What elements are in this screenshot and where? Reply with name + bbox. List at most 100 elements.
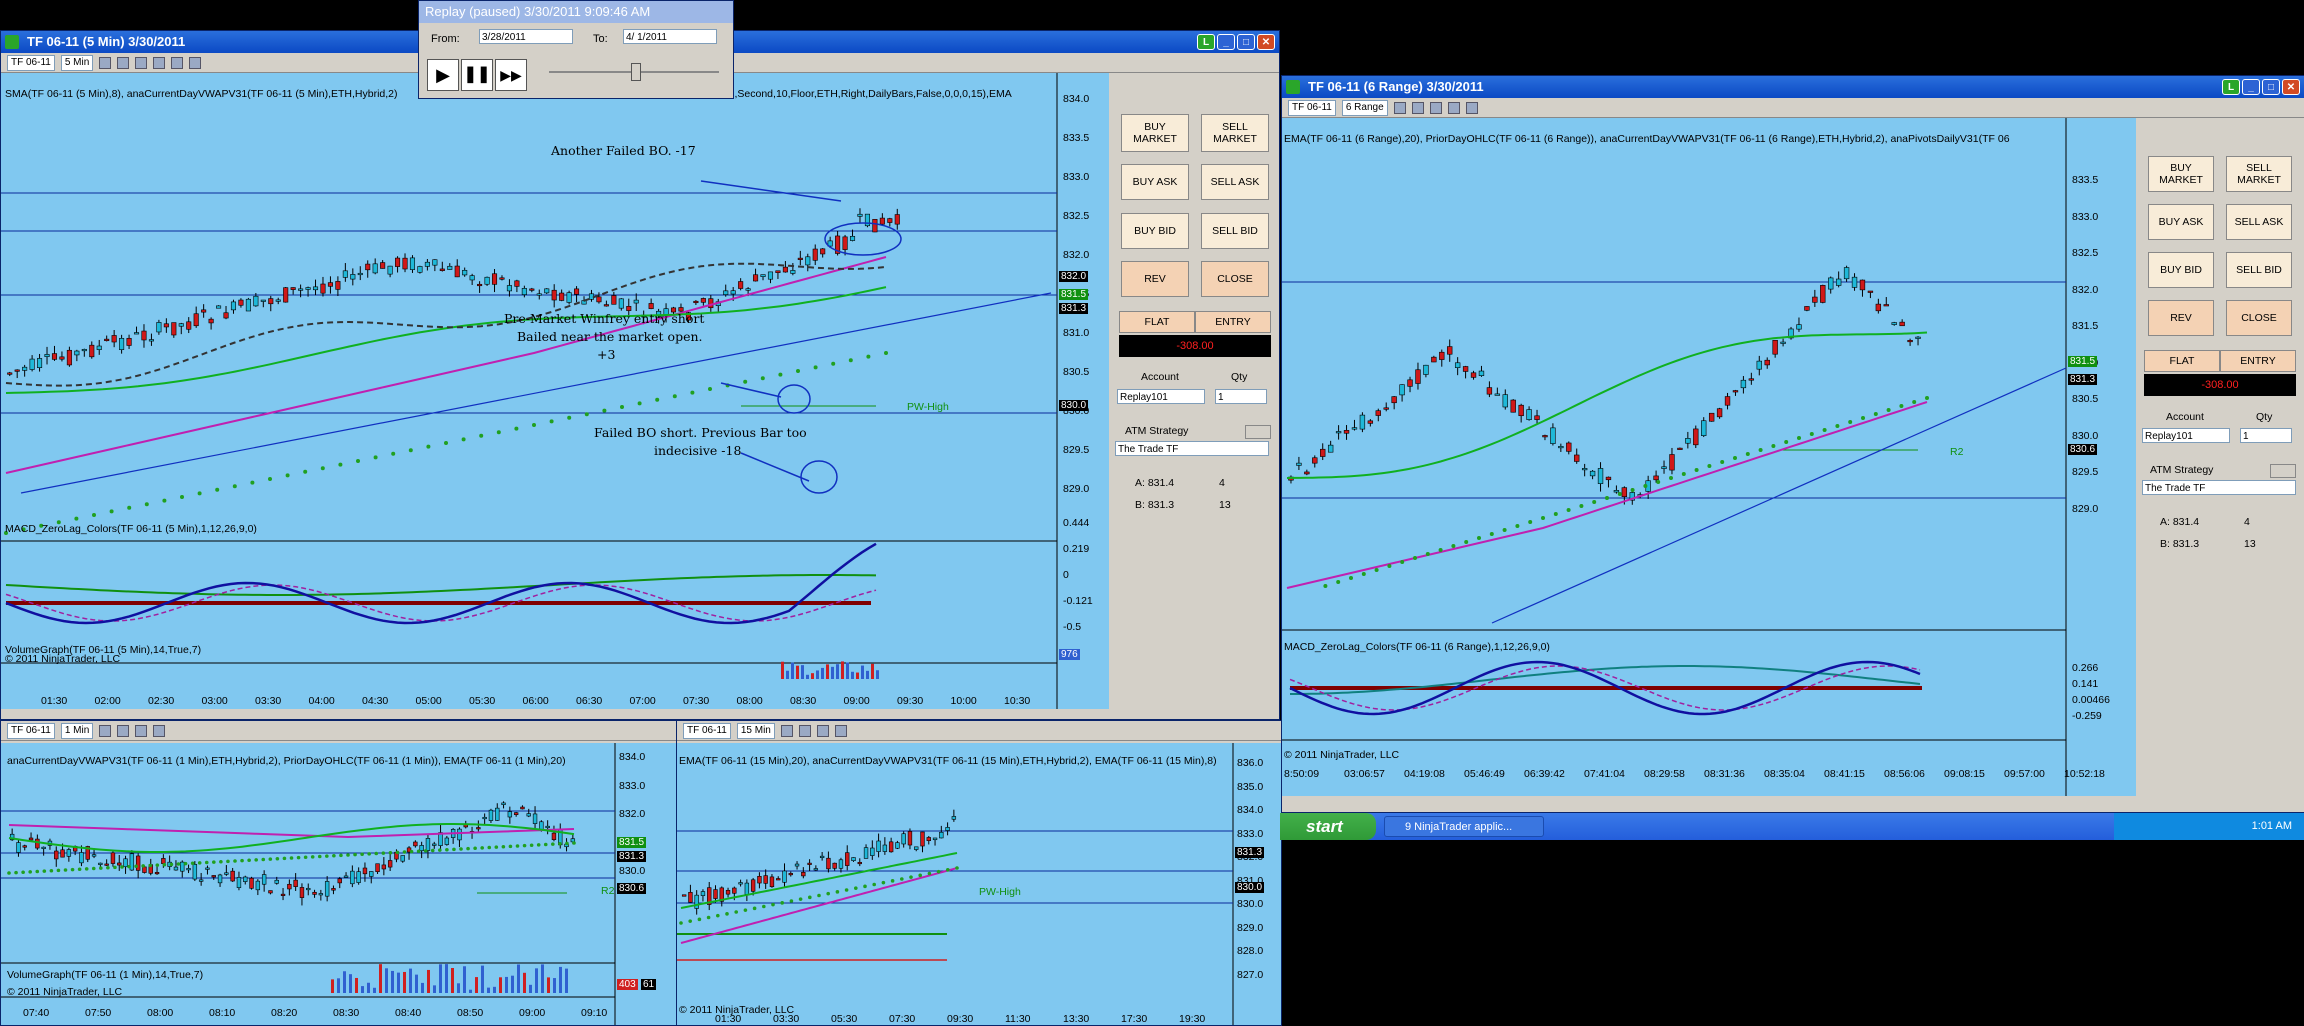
speed-slider-thumb[interactable] [631,63,641,81]
close-button[interactable]: ✕ [2282,79,2300,95]
time-tick-label: 08:00 [736,695,763,707]
minimize-button[interactable]: _ [1217,34,1235,50]
interval-select[interactable]: 1 Min [60,722,94,739]
pencil-icon[interactable] [117,56,130,69]
sell-bid-button[interactable]: SELL BID [1201,213,1269,249]
indicator-label: EMA(TF 06-11 (6 Range),20), PriorDayOHLC… [1284,133,2010,145]
entry-button[interactable]: ENTRY [1195,311,1271,333]
bar-type-icon[interactable] [99,724,112,737]
minimize-button[interactable]: _ [2242,79,2260,95]
vwap-line [8,824,575,839]
bar-type-icon[interactable] [99,56,112,69]
entry-button[interactable]: ENTRY [2220,350,2296,372]
candle [895,842,900,849]
pencil-icon[interactable] [117,724,130,737]
sell-bid-button[interactable]: SELL BID [2226,252,2292,288]
price-chart-15min[interactable]: EMA(TF 06-11 (15 Min),20), anaCurrentDay… [677,743,1281,1025]
candle [1780,341,1786,344]
indicator-icon[interactable] [135,56,148,69]
indicator-icon[interactable] [135,724,148,737]
account-select[interactable]: Replay101 [1117,389,1205,404]
sell-ask-button[interactable]: SELL ASK [1201,164,1269,200]
flat-button[interactable]: FLAT [1119,311,1195,333]
price-chart-5min[interactable]: SMA(TF 06-11 (5 Min),8), anaCurrentDayVW… [1,73,1109,709]
sell-market-button[interactable]: SELL MARKET [1201,114,1269,152]
interval-select[interactable]: 6 Range [1341,99,1388,116]
account-select[interactable]: Replay101 [2142,428,2230,443]
candle [59,356,65,360]
sell-market-button[interactable]: SELL MARKET [2226,156,2292,192]
from-date-select[interactable]: 3/28/2011 [479,29,573,44]
candle [462,269,468,276]
price-tick-label: 833.0 [1237,827,1264,840]
buy-bid-button[interactable]: BUY BID [1121,213,1189,249]
candle [380,262,386,269]
cursor-icon[interactable] [834,724,847,737]
cursor-icon[interactable] [153,56,166,69]
play-button[interactable]: ▶ [427,59,459,91]
taskbar-item-ninjatrader[interactable]: 9 NinjaTrader applic... [1384,816,1544,837]
close-position-button[interactable]: CLOSE [1201,261,1269,297]
pause-button[interactable]: ❚❚ [461,59,493,91]
bar-type-icon[interactable] [780,724,793,737]
volume-bar [846,662,849,679]
instrument-select[interactable]: TF 06-11 [7,722,55,739]
sell-ask-button[interactable]: SELL ASK [2226,204,2292,240]
buy-ask-button[interactable]: BUY ASK [2148,204,2214,240]
candle [1883,304,1889,307]
instrument-select[interactable]: TF 06-11 [7,54,55,71]
atm-select[interactable]: The Trade TF [1115,441,1269,456]
buy-market-button[interactable]: BUY MARKET [1121,114,1189,152]
candle [1891,322,1897,325]
link-icon[interactable]: L [2222,79,2240,95]
candle [457,828,462,841]
pivot-dot [461,437,466,442]
to-date-select[interactable]: 4/ 1/2011 [623,29,717,44]
zoom-icon[interactable] [1465,101,1478,114]
atm-settings-button[interactable] [2270,464,2296,478]
candle [813,868,819,871]
candle [574,288,580,295]
fast-forward-button[interactable]: ▶▶ [495,59,527,91]
price-chart-1min[interactable]: anaCurrentDayVWAPV31(TF 06-11 (1 Min),ET… [1,743,677,1025]
instrument-select[interactable]: TF 06-11 [1288,99,1336,116]
interval-select[interactable]: 15 Min [736,722,775,739]
indicator-icon[interactable] [1429,101,1442,114]
candle [1875,303,1882,312]
link-icon[interactable]: L [1197,34,1215,50]
close-position-button[interactable]: CLOSE [2226,300,2292,336]
pivot-dot [1579,504,1584,508]
interval-select[interactable]: 5 Min [60,54,94,71]
qty-input[interactable]: 1 [2240,428,2292,443]
maximize-button[interactable]: □ [2262,79,2280,95]
indicator-icon[interactable] [816,724,829,737]
candle [324,881,330,897]
instrument-select[interactable]: TF 06-11 [683,722,731,739]
atm-select[interactable]: The Trade TF [2142,480,2296,495]
start-button[interactable]: start [1280,813,1376,840]
price-chart-6range[interactable]: EMA(TF 06-11 (6 Range),20), PriorDayOHLC… [1282,118,2136,796]
pencil-icon[interactable] [798,724,811,737]
reverse-button[interactable]: REV [2148,300,2214,336]
atm-settings-button[interactable] [1245,425,1271,439]
window-titlebar[interactable]: TF 06-11 (6 Range) 3/30/2011 L _ □ ✕ [1282,76,2304,98]
bar-type-icon[interactable] [1393,101,1406,114]
properties-icon[interactable] [189,56,202,69]
close-button[interactable]: ✕ [1257,34,1275,50]
cursor-icon[interactable] [153,724,166,737]
time-tick-label: 09:08:15 [1944,768,1985,780]
reverse-button[interactable]: REV [1121,261,1189,297]
cursor-icon[interactable] [1447,101,1460,114]
candle [16,842,21,853]
qty-input[interactable]: 1 [1215,389,1267,404]
maximize-button[interactable]: □ [1237,34,1255,50]
buy-ask-button[interactable]: BUY ASK [1121,164,1189,200]
pencil-icon[interactable] [1411,101,1424,114]
time-tick-label: 08:10 [209,1007,236,1019]
flat-button[interactable]: FLAT [2144,350,2220,372]
candle [1494,393,1501,396]
zoom-icon[interactable] [171,56,184,69]
buy-market-button[interactable]: BUY MARKET [2148,156,2214,192]
buy-bid-button[interactable]: BUY BID [2148,252,2214,288]
replay-dialog: Replay (paused) 3/30/2011 9:09:46 AM Fro… [418,0,734,99]
